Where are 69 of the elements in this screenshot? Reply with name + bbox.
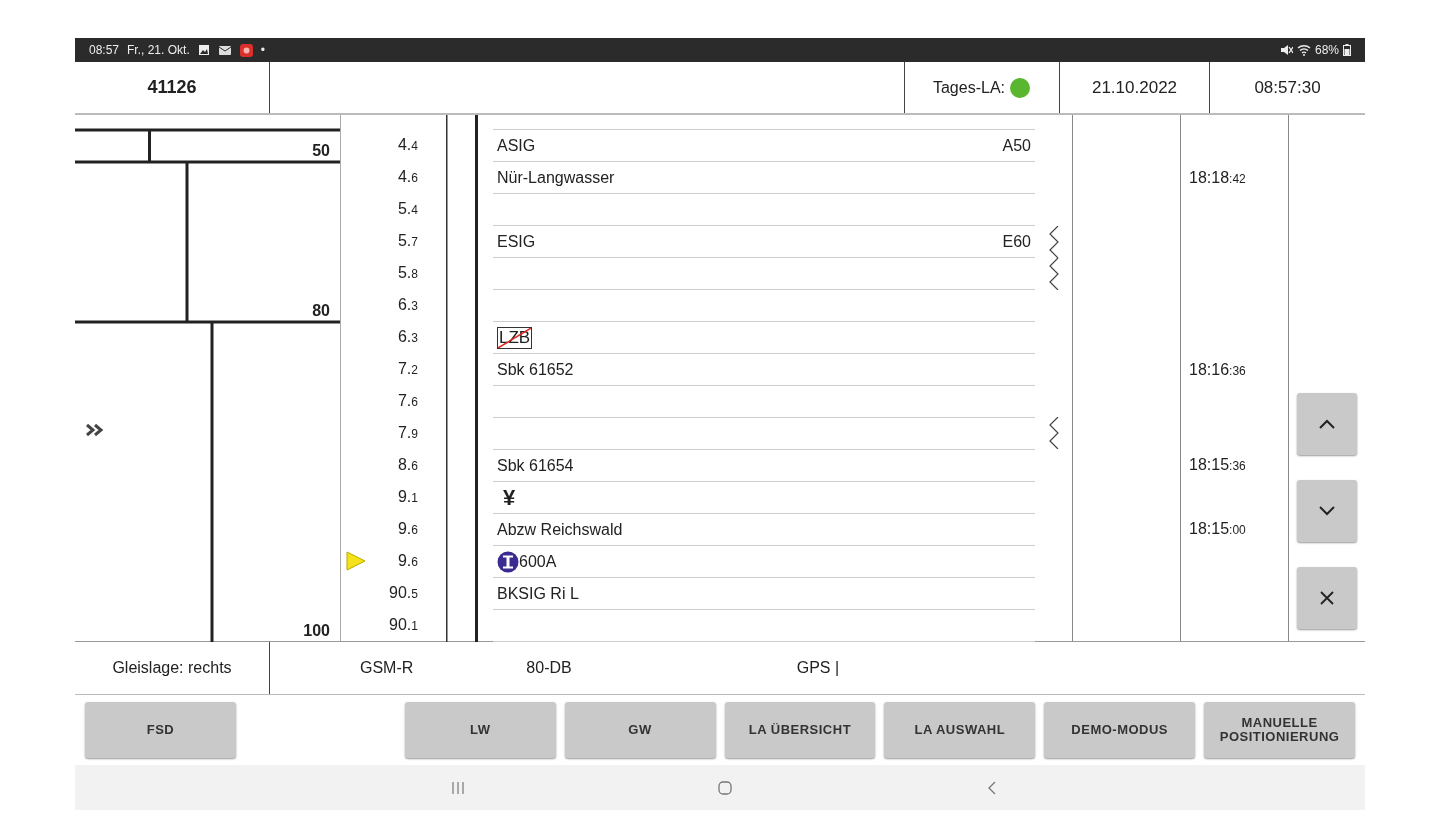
mute-icon <box>1279 44 1293 56</box>
connection-status: GSM-R <box>360 658 414 678</box>
function-button[interactable]: MANUELLE POSITIONIERUNG <box>1204 702 1355 758</box>
signal-code: A50 <box>1002 135 1031 156</box>
speed-label: 100 <box>303 622 330 639</box>
battery-icon <box>1343 44 1351 56</box>
km-value: 9.$_{6}$ <box>397 520 418 537</box>
connection-status: GPS | <box>796 658 840 678</box>
km-value: 4.$_{6}$ <box>397 168 418 185</box>
tages-la-label: Tages-LA: <box>932 77 1005 98</box>
scroll-up-button[interactable] <box>1297 393 1357 455</box>
close-button[interactable] <box>1297 567 1357 629</box>
signal-name: ASIG <box>497 135 536 156</box>
track-side-label: Gleislage: rechts <box>112 658 232 678</box>
signal-name: Nür-Langwasser <box>497 167 615 188</box>
double-chevron-icon <box>85 423 105 437</box>
km-value: 6.$_{3}$ <box>397 328 418 345</box>
chevron-up-icon <box>1319 419 1335 429</box>
km-value: 9.$_{6}$ <box>397 552 418 569</box>
date-display: 21.10.2022 <box>1091 76 1178 99</box>
function-button[interactable]: GW <box>564 702 716 758</box>
passing-time: 18:15$_{:36}$ <box>1189 456 1246 474</box>
close-icon <box>1320 591 1334 605</box>
km-value: 5.$_{8}$ <box>397 264 418 281</box>
speed-label: 50 <box>312 142 330 159</box>
function-button[interactable]: LA ÜBERSICHT <box>724 702 876 758</box>
home-icon[interactable] <box>717 779 733 796</box>
recent-apps-icon[interactable] <box>451 780 466 795</box>
train-number: 41126 <box>147 76 197 99</box>
wifi-icon <box>1296 44 1311 56</box>
notification-dot: • <box>260 42 265 59</box>
km-value: 8.$_{6}$ <box>397 456 418 473</box>
chevron-down-icon <box>1319 506 1335 516</box>
signal-name: Abzw Reichswald <box>497 519 623 540</box>
function-button[interactable]: LW <box>404 702 556 758</box>
km-value: 7.$_{2}$ <box>397 360 418 377</box>
battery-percent: 68% <box>1314 42 1339 59</box>
app-icon <box>239 43 253 57</box>
km-value: 4.$_{4}$ <box>397 136 418 153</box>
function-button[interactable]: LA AUSWAHL <box>884 702 1036 758</box>
passing-time: 18:18$_{:42}$ <box>1189 168 1246 186</box>
message-icon <box>217 44 232 56</box>
connection-status: 80-DB <box>526 658 572 678</box>
signal-code: E60 <box>1002 231 1031 252</box>
status-time: 08:57 <box>89 42 120 59</box>
km-value: 7.$_{9}$ <box>397 424 418 441</box>
passing-time: 18:15$_{:00}$ <box>1189 520 1246 538</box>
signal-name: Sbk 61654 <box>497 455 574 476</box>
clock-display: 08:57:30 <box>1254 76 1321 99</box>
signal-name: ESIG <box>497 231 536 252</box>
km-value: 90.$_{1}$ <box>389 616 418 633</box>
status-date: Fr., 21. Okt. <box>127 42 190 59</box>
back-icon[interactable] <box>986 780 997 795</box>
signal-name: Sbk 61652 <box>497 359 574 380</box>
km-value: 90.$_{5}$ <box>389 584 418 601</box>
speed-label: 80 <box>312 302 330 319</box>
km-value: 5.$_{4}$ <box>397 200 418 217</box>
gallery-icon <box>197 44 210 56</box>
km-value: 7.$_{6}$ <box>397 392 418 409</box>
function-button[interactable]: FSD <box>85 702 236 758</box>
passing-time: 18:16$_{:36}$ <box>1189 360 1246 378</box>
km-value: 5.$_{7}$ <box>397 232 418 249</box>
signal-name: BKSIG Ri L <box>497 583 579 604</box>
track-symbol: ¥ <box>502 484 516 512</box>
function-button[interactable]: DEMO-MODUS <box>1044 702 1196 758</box>
km-value: 9.$_{1}$ <box>397 488 418 505</box>
km-value: 6.$_{3}$ <box>397 296 418 313</box>
signal-name: 600A <box>519 551 557 572</box>
scroll-down-button[interactable] <box>1297 480 1357 542</box>
